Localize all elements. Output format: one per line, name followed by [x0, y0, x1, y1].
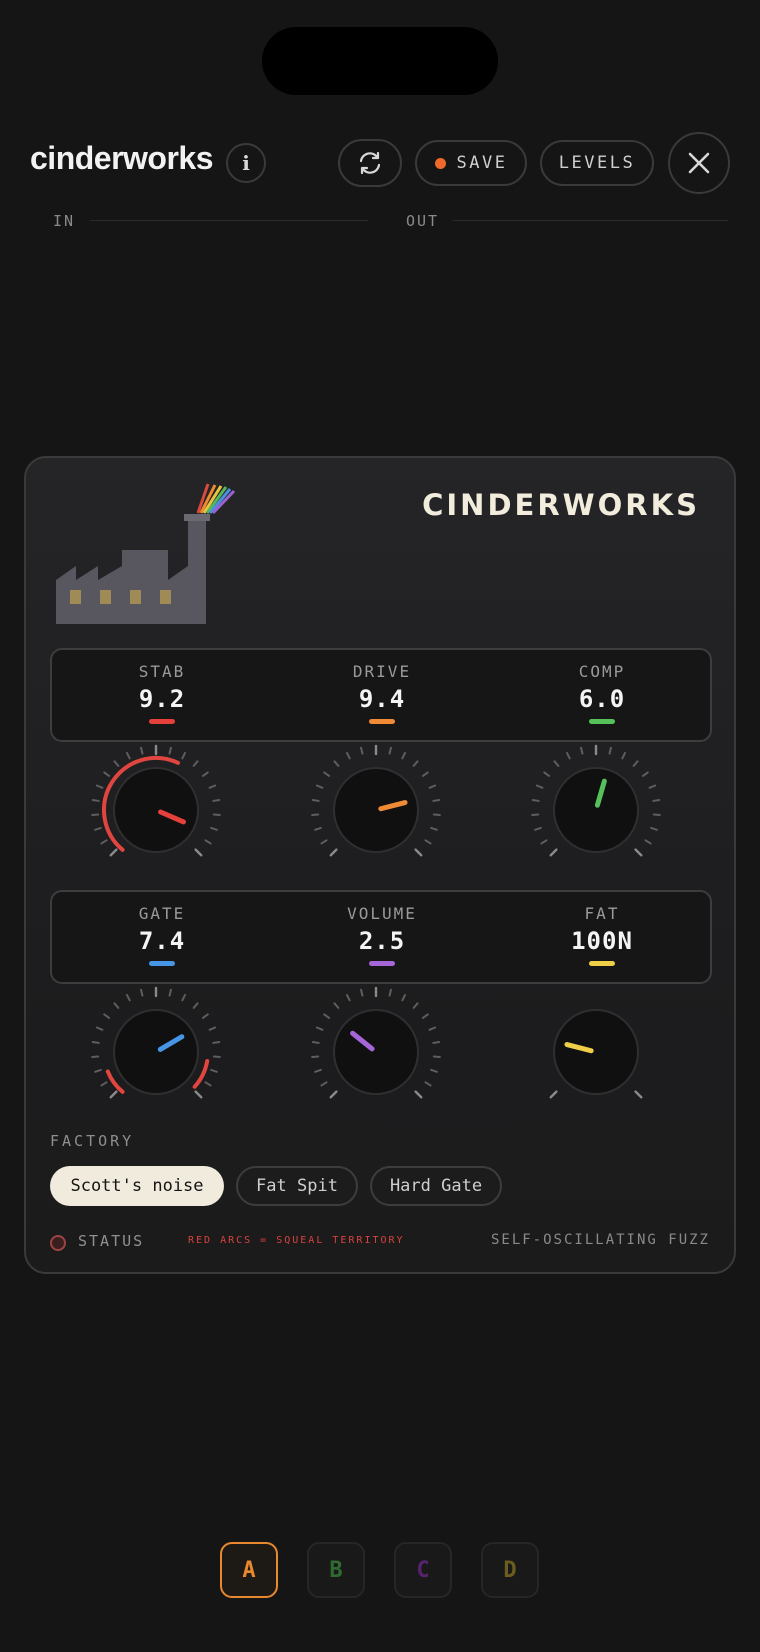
slot-c-button[interactable]: C — [394, 1542, 452, 1598]
recording-dot — [434, 157, 446, 169]
knob-body — [553, 1009, 639, 1095]
stab-color-bar — [149, 719, 175, 724]
squeal-warning: RED ARCS = SQUEAL TERRITORY — [188, 1235, 405, 1246]
fat-color-bar — [589, 961, 615, 966]
volume-readout: VOLUME 2.5 — [302, 904, 462, 966]
slot-b-button[interactable]: B — [307, 1542, 365, 1598]
input-meter-label: IN — [53, 212, 76, 230]
status-led — [50, 1235, 66, 1251]
slot-a-button[interactable]: A — [220, 1542, 278, 1598]
knob-body — [333, 767, 419, 853]
dynamic-island — [262, 27, 498, 95]
volume-value: 2.5 — [358, 927, 406, 955]
output-meter-label: OUT — [406, 212, 440, 230]
levels-button[interactable]: LEVELS — [540, 140, 654, 186]
comp-readout: COMP 6.0 — [522, 662, 682, 724]
gate-value: 7.4 — [138, 927, 186, 955]
factory-logo-icon — [56, 483, 236, 624]
comp-color-bar — [589, 719, 615, 724]
sync-icon — [359, 151, 381, 175]
readout-panel-2: GATE 7.4 VOLUME 2.5 FAT 100N — [50, 890, 712, 984]
info-button[interactable]: i — [226, 143, 266, 183]
fat-readout: FAT 100N — [522, 904, 682, 966]
output-level-meter — [452, 220, 728, 221]
stab-knob[interactable] — [88, 742, 224, 882]
drive-value: 9.4 — [358, 685, 406, 713]
slot-d-button[interactable]: D — [481, 1542, 539, 1598]
drive-label: DRIVE — [352, 662, 412, 681]
save-label: SAVE — [456, 153, 508, 173]
comp-knob[interactable] — [528, 742, 664, 882]
volume-label: VOLUME — [347, 904, 417, 923]
stab-label: STAB — [138, 662, 186, 681]
readout-panel-1: STAB 9.2 DRIVE 9.4 COMP 6.0 — [50, 648, 712, 742]
brand-name: CINDERWORKS — [422, 488, 700, 522]
save-button[interactable]: SAVE — [415, 140, 527, 186]
app-title: cinderworks — [30, 140, 214, 176]
knob-body — [113, 767, 199, 853]
volume-color-bar — [369, 961, 395, 966]
gate-readout: GATE 7.4 — [82, 904, 242, 966]
preset-hard-gate[interactable]: Hard Gate — [370, 1166, 502, 1206]
gate-color-bar — [149, 961, 175, 966]
gate-label: GATE — [138, 904, 186, 923]
status-label: STATUS — [78, 1232, 145, 1250]
close-button[interactable] — [668, 132, 730, 194]
pedal-device: CINDERWORKS STAB 9.2 DRIVE 9.4 COMP 6.0 — [24, 456, 736, 1274]
input-level-meter — [90, 220, 368, 221]
close-icon — [688, 152, 710, 174]
drive-readout: DRIVE 9.4 — [302, 662, 462, 724]
knob-body — [333, 1009, 419, 1095]
fat-knob[interactable] — [528, 984, 664, 1124]
stab-readout: STAB 9.2 — [82, 662, 242, 724]
stab-value: 9.2 — [138, 685, 186, 713]
drive-color-bar — [369, 719, 395, 724]
knob-body — [113, 1009, 199, 1095]
factory-section-label: FACTORY — [50, 1132, 135, 1150]
fat-label: FAT — [584, 904, 620, 923]
preset-fat-spit[interactable]: Fat Spit — [236, 1166, 358, 1206]
info-icon: i — [242, 151, 250, 175]
sync-button[interactable] — [338, 139, 402, 187]
drive-knob[interactable] — [308, 742, 444, 882]
preset-scotts-noise[interactable]: Scott's noise — [50, 1166, 224, 1206]
levels-label: LEVELS — [558, 153, 636, 173]
gate-knob[interactable] — [88, 984, 224, 1124]
pedal-type: SELF-OSCILLATING FUZZ — [490, 1232, 710, 1248]
fat-value: 100N — [571, 927, 633, 955]
comp-value: 6.0 — [578, 685, 626, 713]
comp-label: COMP — [578, 662, 626, 681]
knob-body — [553, 767, 639, 853]
volume-knob[interactable] — [308, 984, 444, 1124]
